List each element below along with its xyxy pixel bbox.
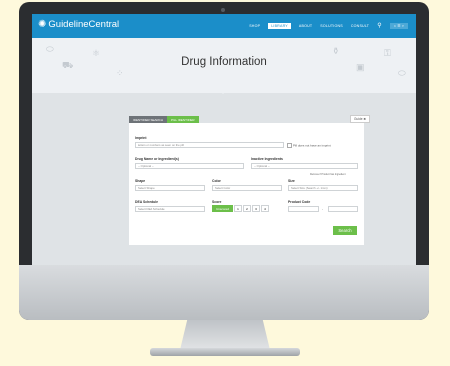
main-nav: SHOP LIBRARY ABOUT SOLUTIONS CONSULT ⚲ ⌂… — [241, 22, 408, 29]
dea-select[interactable]: Select DEA Schedule — [135, 206, 205, 212]
hero-pointer — [218, 89, 228, 94]
nav-library[interactable]: LIBRARY — [268, 22, 291, 29]
search-icon[interactable]: ⚲ — [377, 22, 382, 29]
search-button[interactable]: Search — [333, 226, 357, 235]
drug-label: Drug Name or Ingredient(s) — [135, 157, 179, 161]
camera-dot — [221, 8, 225, 12]
shape-select[interactable]: Select Shape — [135, 185, 205, 191]
imac-monitor: ✺ GuidelineCentral SHOP LIBRARY ABOUT SOL… — [19, 2, 429, 320]
no-imprint-checkbox[interactable]: Pill does not have an imprint — [287, 143, 331, 148]
drug-select[interactable]: -- Optional -- — [135, 163, 244, 169]
imprint-label: Imprint — [135, 136, 147, 140]
nav-about[interactable]: ABOUT — [299, 24, 312, 28]
inactive-label: Inactive Ingredients — [251, 157, 283, 161]
monitor-stand — [180, 320, 270, 350]
account-menu[interactable]: ⌂ ☰ ▿ — [389, 22, 408, 29]
size-label: Size — [288, 179, 295, 183]
gear-icon: ✺ — [38, 19, 47, 30]
pill-icon-2: ⬭ — [398, 68, 406, 78]
product-code-label: Product Code — [288, 200, 311, 204]
score-4-button[interactable]: 4 — [261, 205, 269, 212]
nav-consult[interactable]: CONSULT — [351, 24, 369, 28]
page-title: Drug Information — [181, 56, 267, 68]
logo-text: GuidelineCentral — [48, 19, 120, 30]
shape-label: Shape — [135, 179, 146, 183]
inactive-select[interactable]: -- Optional -- — [251, 163, 358, 169]
monitor-foot — [150, 348, 300, 356]
score-1-button[interactable]: 1 — [234, 205, 242, 212]
dea-label: DEA Schedule — [135, 200, 159, 204]
nav-solutions[interactable]: SOLUTIONS — [320, 24, 343, 28]
score-unscored-button[interactable]: Unscored — [212, 205, 233, 212]
product-code-separator: - — [322, 207, 324, 211]
remove-hint: Remove if Product has Ingredient — [310, 173, 346, 176]
top-navbar: ✺ GuidelineCentral SHOP LIBRARY ABOUT SOL… — [32, 14, 416, 38]
score-3-button[interactable]: 3 — [252, 205, 260, 212]
color-select[interactable]: Select Color — [212, 185, 282, 191]
checkbox-box — [287, 143, 292, 148]
imprint-input[interactable]: letters or numbers as seen on the pill — [135, 142, 284, 148]
site-logo[interactable]: ✺ GuidelineCentral — [38, 19, 119, 30]
screen: ✺ GuidelineCentral SHOP LIBRARY ABOUT SOL… — [32, 14, 416, 265]
dots-icon: ⁘ — [116, 68, 124, 78]
color-label: Color — [212, 179, 221, 183]
score-2-button[interactable]: 2 — [243, 205, 251, 212]
guide-button[interactable]: Guide ✖ — [350, 115, 371, 123]
product-code-input-2[interactable] — [328, 206, 358, 212]
pill-icon: ⬭ — [46, 44, 54, 54]
product-code-input-1[interactable] — [288, 206, 319, 212]
nav-shop[interactable]: SHOP — [249, 24, 260, 28]
no-imprint-label: Pill does not have an imprint — [293, 143, 331, 148]
monitor-chin — [19, 265, 429, 320]
score-label: Score — [212, 200, 222, 204]
size-select[interactable]: Select Size (Search +/- 1mm) — [288, 185, 358, 191]
hero-banner: ⬭ ⛟ ⚛ ⁘ ⚱ ▣ ⚿ ⬭ Drug Information — [32, 38, 416, 94]
